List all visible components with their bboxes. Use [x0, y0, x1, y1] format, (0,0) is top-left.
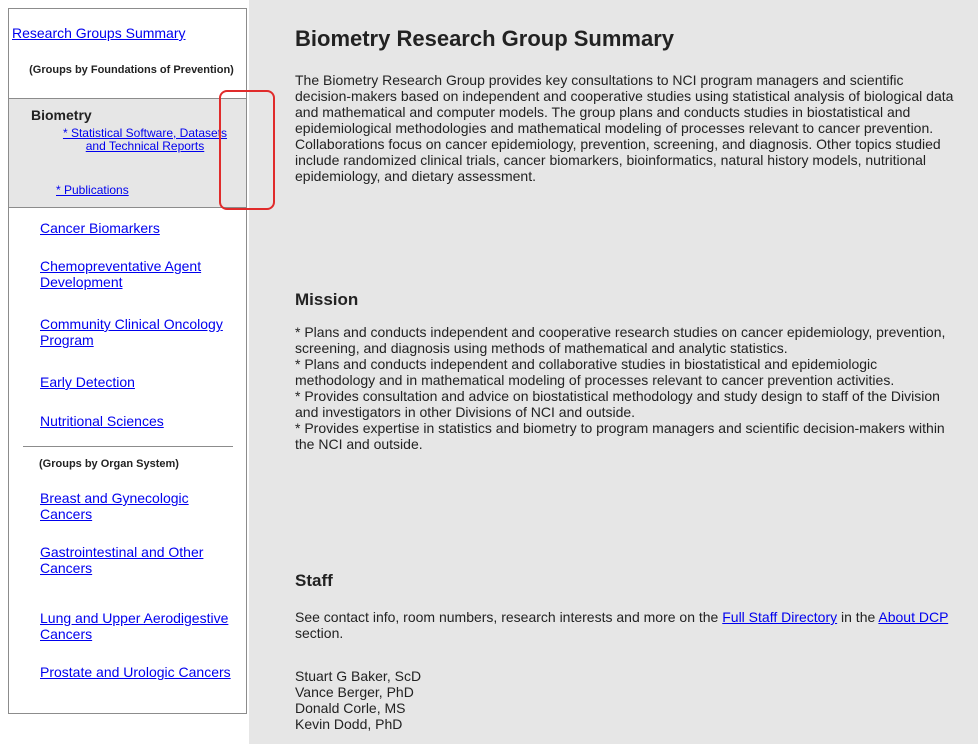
- sidebar-link-prostate-urologic[interactable]: Prostate and Urologic Cancers: [40, 664, 240, 680]
- mission-list: * Plans and conducts independent and coo…: [295, 324, 955, 452]
- sidebar-link-community-clinical-oncology[interactable]: Community Clinical Oncology Program: [40, 316, 240, 348]
- mission-item: * Plans and conducts independent and col…: [295, 356, 895, 388]
- staff-intro: See contact info, room numbers, research…: [295, 609, 955, 641]
- staff-member: Stuart G Baker, ScD: [295, 668, 422, 684]
- staff-intro-suffix: section.: [295, 625, 344, 641]
- sidebar-link-early-detection[interactable]: Early Detection: [40, 374, 240, 390]
- sidebar-link-nutritional-sciences[interactable]: Nutritional Sciences: [40, 413, 240, 429]
- staff-member: Donald Corle, MS: [295, 700, 406, 716]
- staff-list: Stuart G Baker, ScD Vance Berger, PhD Do…: [295, 668, 955, 732]
- staff-intro-prefix: See contact info, room numbers, research…: [295, 609, 719, 625]
- sidebar-link-chemopreventative-agent-development[interactable]: Chemopreventative Agent Development: [40, 258, 240, 290]
- mission-heading: Mission: [295, 290, 359, 309]
- sidebar-divider: [23, 446, 233, 447]
- sidebar-link-cancer-biomarkers[interactable]: Cancer Biomarkers: [40, 220, 240, 236]
- highlight-annotation-box: [219, 90, 275, 210]
- main-content: Biometry Research Group Summary The Biom…: [249, 0, 978, 744]
- foundations-group-heading: (Groups by Foundations of Prevention): [29, 64, 234, 76]
- page-title: Biometry Research Group Summary: [295, 26, 675, 51]
- sidebar-link-lung-aerodigestive[interactable]: Lung and Upper Aerodigestive Cancers: [40, 610, 240, 642]
- biometry-nav-section: Biometry * Statistical Software, Dataset…: [9, 98, 246, 208]
- sidebar-nav: Research Groups Summary (Groups by Found…: [8, 8, 247, 714]
- staff-intro-middle: in the: [841, 609, 876, 625]
- mission-item: * Provides expertise in statistics and b…: [295, 420, 945, 452]
- research-groups-summary-link[interactable]: Research Groups Summary: [12, 25, 186, 41]
- full-staff-directory-link[interactable]: Full Staff Directory: [722, 609, 837, 625]
- organ-system-group-heading: (Groups by Organ System): [39, 458, 179, 470]
- mission-item: * Provides consultation and advice on bi…: [295, 388, 940, 420]
- staff-heading: Staff: [295, 571, 333, 590]
- statistical-software-link[interactable]: * Statistical Software, Datasets and Tec…: [55, 127, 235, 153]
- biometry-nav-title: Biometry: [31, 107, 92, 123]
- sidebar-link-gastrointestinal[interactable]: Gastrointestinal and Other Cancers: [40, 544, 240, 576]
- staff-member: Kevin Dodd, PhD: [295, 716, 403, 732]
- about-dcp-link[interactable]: About DCP: [878, 609, 948, 625]
- sidebar-link-breast-gynecologic[interactable]: Breast and Gynecologic Cancers: [40, 490, 240, 522]
- mission-item: * Plans and conducts independent and coo…: [295, 324, 946, 356]
- publications-link[interactable]: * Publications: [56, 183, 129, 197]
- intro-paragraph: The Biometry Research Group provides key…: [295, 72, 954, 184]
- staff-member: Vance Berger, PhD: [295, 684, 414, 700]
